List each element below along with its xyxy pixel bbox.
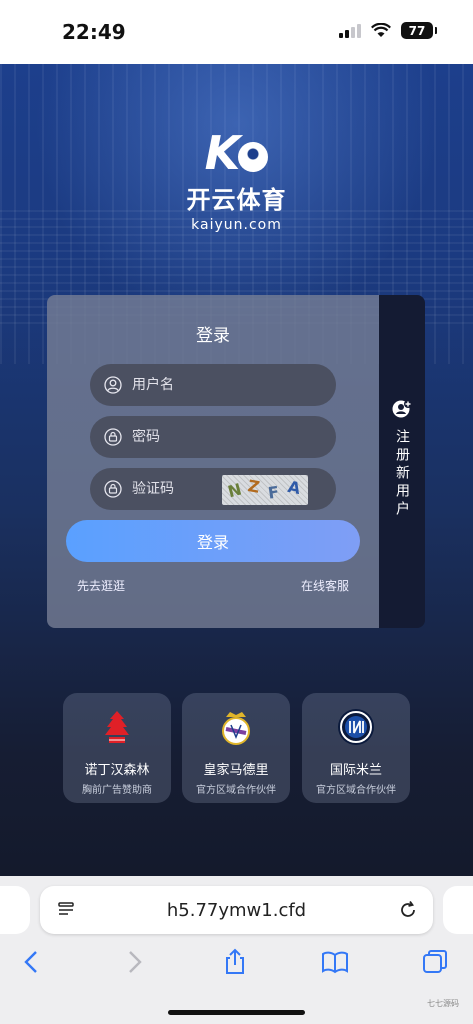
status-icons: 77: [339, 22, 437, 39]
login-title: 登录: [196, 326, 230, 346]
page-menu-icon[interactable]: [56, 900, 76, 920]
bookmarks-icon[interactable]: [321, 948, 349, 976]
partner-subtitle: 官方区域合作伙伴: [196, 785, 276, 796]
address-bar[interactable]: h5.77ymw1.cfd: [40, 886, 433, 934]
captcha-char: Z: [246, 476, 262, 497]
login-card: 登录 N: [47, 295, 379, 628]
forward-icon[interactable]: [120, 948, 148, 976]
register-tab-label: 注册新用户: [394, 429, 410, 519]
partner-card-inter[interactable]: 国际米兰 官方区域合作伙伴: [302, 693, 410, 803]
browse-link[interactable]: 先去逛逛: [77, 577, 125, 594]
partner-card-nottingham[interactable]: 诺丁汉森林 胸前广告赞助商: [63, 693, 171, 803]
add-user-icon: [392, 400, 412, 418]
reload-icon[interactable]: [397, 899, 419, 921]
support-link[interactable]: 在线客服: [301, 577, 349, 594]
logo-mark-icon: K: [205, 126, 269, 180]
browser-chrome: h5.77ymw1.cfd 七七源码: [0, 876, 473, 1024]
url-text: h5.77ymw1.cfd: [166, 899, 307, 921]
user-icon: [104, 376, 122, 394]
username-input[interactable]: [132, 377, 282, 393]
password-field[interactable]: [90, 416, 336, 458]
real-madrid-crest-icon: [222, 712, 250, 745]
cellular-signal-icon: [339, 23, 361, 38]
register-tab[interactable]: 注册新用户: [379, 295, 425, 628]
brand-logo: K 开云体育 kaiyun.com: [0, 126, 473, 233]
web-content: K 开云体育 kaiyun.com 登录 用户名 验证码 N Z F A 登录 …: [0, 64, 473, 876]
brand-name-en: kaiyun.com: [191, 217, 282, 233]
partner-name: 皇家马德里: [203, 763, 269, 778]
captcha-char: F: [266, 482, 281, 503]
brand-name-cn: 开云体育: [186, 186, 287, 214]
home-indicator: [168, 1010, 305, 1015]
inter-milan-crest-icon: [338, 709, 374, 745]
back-icon[interactable]: [18, 948, 46, 976]
captcha-char: A: [286, 476, 303, 499]
captcha-char: N: [225, 479, 244, 502]
login-button[interactable]: 登录: [66, 520, 360, 562]
captcha-field[interactable]: N Z F A: [90, 468, 336, 510]
partner-subtitle: 胸前广告赞助商: [82, 785, 152, 796]
previous-tab-peek[interactable]: [0, 886, 30, 934]
password-input[interactable]: [132, 429, 282, 445]
status-bar: 22:49 77: [0, 0, 473, 64]
wifi-icon: [371, 23, 391, 37]
lock-icon: [104, 480, 122, 498]
share-icon[interactable]: [221, 948, 249, 976]
lock-icon: [104, 428, 122, 446]
nottingham-forest-crest-icon: [105, 711, 129, 743]
partner-subtitle: 官方区域合作伙伴: [316, 785, 396, 796]
partner-card-real-madrid[interactable]: 皇家马德里 官方区域合作伙伴: [182, 693, 290, 803]
status-time: 22:49: [62, 20, 126, 44]
partner-name: 国际米兰: [329, 763, 382, 778]
browser-toolbar: [0, 948, 473, 982]
tabs-icon[interactable]: [421, 948, 449, 976]
partner-name: 诺丁汉森林: [84, 763, 150, 778]
captcha-image[interactable]: N Z F A: [222, 475, 308, 505]
next-tab-peek[interactable]: [443, 886, 473, 934]
watermark: 七七源码: [427, 999, 459, 1008]
username-field[interactable]: [90, 364, 336, 406]
battery-icon: 77: [401, 22, 437, 39]
